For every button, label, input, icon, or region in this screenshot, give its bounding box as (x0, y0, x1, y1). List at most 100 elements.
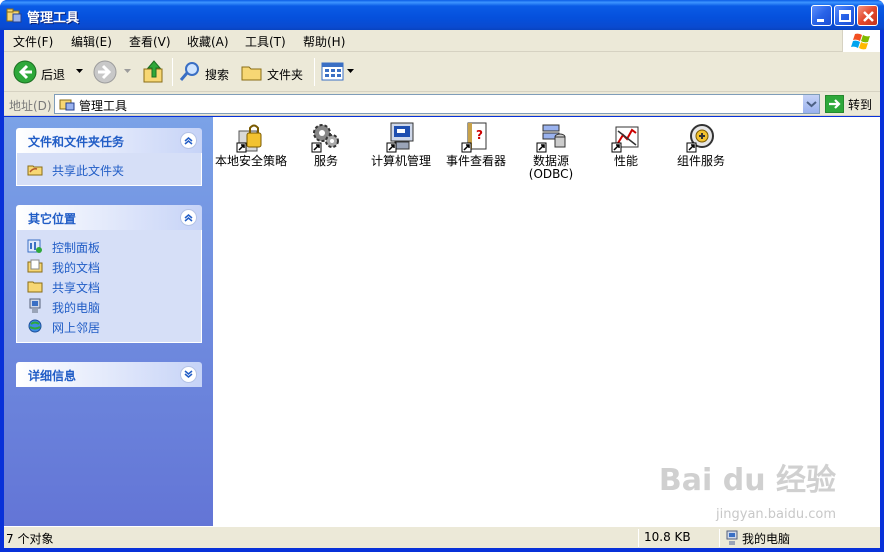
task-label: 网上邻居 (52, 321, 101, 335)
file-item-label: 事件查看器 (445, 154, 506, 168)
shared-documents-icon (27, 281, 43, 293)
task-my-documents[interactable]: 我的文档 (17, 256, 201, 276)
title-bar[interactable]: 管理工具 (0, 0, 884, 30)
menu-edit[interactable]: 编辑(E) (71, 33, 112, 50)
toolbar: 后退 搜索 文件夹 (4, 52, 880, 92)
file-item-computer-management[interactable]: 计算机管理 (365, 119, 437, 189)
performance-icon (611, 126, 639, 153)
file-item-event-viewer[interactable]: ? 事件查看器 (440, 119, 512, 189)
task-my-computer[interactable]: 我的电脑 (17, 296, 201, 316)
minimize-icon (817, 19, 824, 22)
address-bar: 地址(D) 管理工具 转到 (4, 92, 880, 116)
watermark-url: jingyan.baidu.com (716, 507, 836, 522)
services-icon (311, 124, 339, 153)
task-share-folder[interactable]: 共享此文件夹 (17, 159, 201, 179)
back-button[interactable]: 后退 (10, 58, 84, 86)
task-label: 控制面板 (52, 241, 101, 255)
menu-help[interactable]: 帮助(H) (303, 33, 345, 50)
task-network[interactable]: 网上邻居 (17, 316, 201, 336)
file-item-component-services[interactable]: 组件服务 (665, 119, 737, 189)
toolbar-separator (314, 58, 315, 86)
search-button[interactable]: 搜索 (178, 58, 234, 86)
chevron-down-icon (184, 370, 193, 378)
search-icon (179, 62, 199, 81)
menu-file[interactable]: 文件(F) (13, 33, 53, 50)
search-label: 搜索 (205, 68, 230, 82)
toolbar-separator (172, 58, 173, 86)
file-item-security-policy[interactable]: 本地安全策略 (215, 119, 287, 189)
menu-view[interactable]: 查看(V) (129, 33, 171, 50)
file-item-label: 组件服务 (676, 154, 725, 168)
file-item-label: 性能 (613, 154, 638, 168)
file-item-label: 数据源 (ODBC) (528, 154, 574, 181)
file-item-performance[interactable]: 性能 (590, 119, 662, 189)
views-button[interactable] (320, 58, 356, 86)
other-places-panel: 其它位置 控制面板 我的文档 共享文档 我的电脑 网上邻居 (16, 205, 202, 343)
panel-title: 文件和文件夹任务 (28, 135, 125, 149)
my-computer-icon (29, 298, 41, 313)
expand-button[interactable] (180, 366, 197, 383)
status-zone: 我的电脑 (742, 532, 791, 546)
file-item-odbc[interactable]: 数据源 (ODBC) (515, 119, 587, 189)
menu-bar: 文件(F) 编辑(E) 查看(V) 收藏(A) 工具(T) 帮助(H) (4, 30, 880, 52)
network-icon (28, 319, 42, 333)
folders-button[interactable]: 文件夹 (240, 58, 308, 86)
panel-header[interactable]: 文件和文件夹任务 (16, 128, 202, 153)
forward-arrow-icon (93, 60, 117, 84)
status-divider (719, 529, 720, 547)
panel-header[interactable]: 详细信息 (16, 362, 202, 387)
menu-favorites[interactable]: 收藏(A) (187, 33, 229, 50)
panel-body: 共享此文件夹 (16, 153, 202, 186)
chevron-up-icon (184, 214, 193, 222)
details-panel: 详细信息 (16, 362, 202, 387)
task-label: 我的电脑 (52, 301, 101, 315)
menu-tools[interactable]: 工具(T) (245, 33, 286, 50)
folder-tools-icon (6, 8, 22, 23)
event-viewer-icon: ? (461, 122, 487, 153)
my-documents-icon (27, 259, 43, 273)
panel-body: 控制面板 我的文档 共享文档 我的电脑 网上邻居 (16, 230, 202, 343)
forward-button[interactable] (90, 58, 134, 86)
close-button[interactable] (857, 5, 878, 26)
status-object-count: 7 个对象 (6, 532, 54, 546)
go-arrow-icon (825, 95, 844, 113)
panel-header[interactable]: 其它位置 (16, 205, 202, 230)
my-computer-icon (726, 530, 738, 545)
minimize-button[interactable] (811, 5, 832, 26)
up-button[interactable] (140, 58, 168, 86)
address-dropdown-button[interactable] (802, 95, 819, 113)
explorer-window: 管理工具 文件(F) 编辑(E) 查看(V) 收藏(A) 工具(T) 帮助(H) (0, 0, 884, 552)
views-icon (321, 62, 344, 81)
security-policy-icon (236, 124, 262, 153)
maximize-button[interactable] (834, 5, 855, 26)
panel-title: 详细信息 (28, 369, 77, 383)
go-label: 转到 (848, 98, 873, 112)
maximize-icon (839, 10, 851, 22)
file-tasks-panel: 文件和文件夹任务 共享此文件夹 (16, 128, 202, 186)
file-item-label: 计算机管理 (370, 154, 431, 168)
chevron-down-icon (806, 101, 817, 108)
back-label: 后退 (41, 68, 66, 82)
dropdown-arrow-icon[interactable] (347, 69, 354, 74)
task-shared-documents[interactable]: 共享文档 (17, 276, 201, 296)
task-control-panel[interactable]: 控制面板 (17, 236, 201, 256)
collapse-button[interactable] (180, 132, 197, 149)
close-icon (863, 11, 874, 22)
go-button[interactable]: 转到 (824, 95, 880, 113)
svg-text:?: ? (476, 128, 483, 142)
dropdown-arrow-icon[interactable] (124, 69, 131, 74)
folders-label: 文件夹 (267, 68, 304, 82)
folder-icon (241, 66, 262, 81)
computer-management-icon (386, 122, 414, 153)
address-value: 管理工具 (79, 99, 128, 113)
odbc-icon (536, 124, 566, 153)
dropdown-arrow-icon[interactable] (76, 69, 83, 74)
address-input[interactable]: 管理工具 (54, 94, 820, 114)
chevron-up-icon (184, 137, 193, 145)
file-item-services[interactable]: 服务 (290, 119, 362, 189)
control-panel-icon (27, 239, 42, 253)
window-title: 管理工具 (27, 11, 80, 26)
file-item-label: 服务 (313, 154, 338, 168)
task-pane: 文件和文件夹任务 共享此文件夹 其它位置 控制面板 我的文档 共享文档 我的电脑… (4, 117, 213, 526)
collapse-button[interactable] (180, 209, 197, 226)
